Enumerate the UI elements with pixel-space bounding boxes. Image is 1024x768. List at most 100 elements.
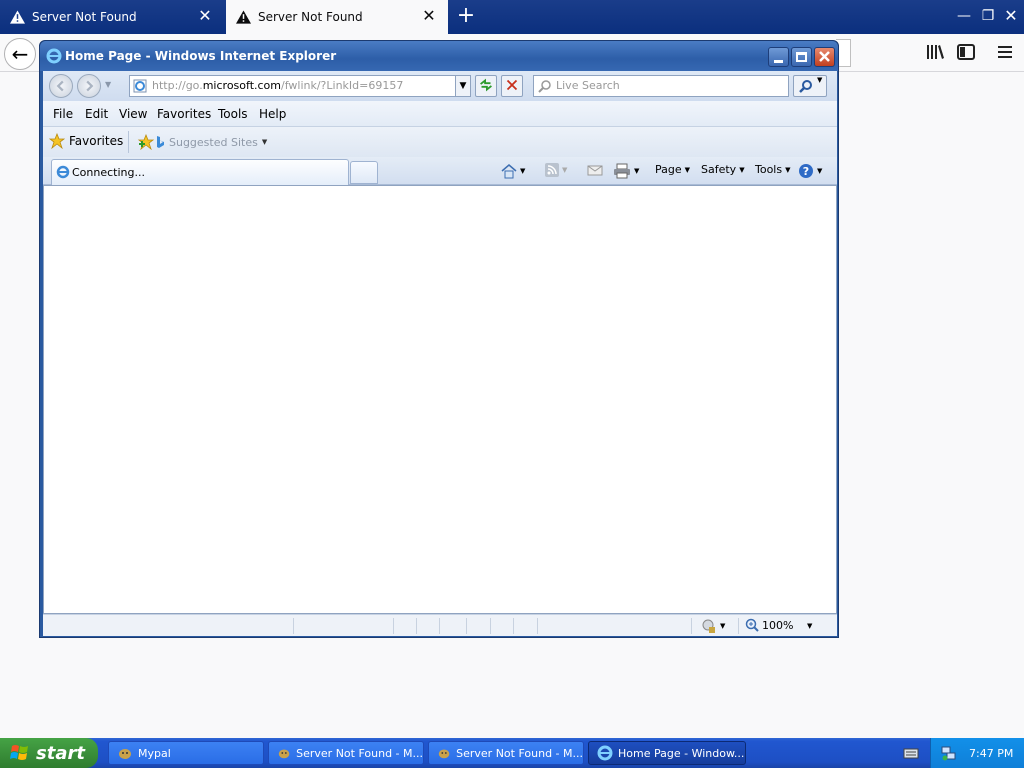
sidebar-icon[interactable] [956,43,976,61]
status-divider [416,618,417,634]
menu-view[interactable]: View [119,107,147,121]
favorites-label: Favorites [69,134,124,148]
home-icon [501,164,517,179]
ie-page-content[interactable] [43,185,837,614]
chevron-down-icon: ▼ [634,167,640,175]
menu-favorites[interactable]: Favorites [157,107,211,121]
ie-address-bar[interactable]: http://go.microsoft.com/fwlink/?LinkId=6… [129,75,471,97]
start-button[interactable]: start [0,738,98,768]
search-button[interactable]: ▼ [793,75,827,97]
page-icon [133,79,147,93]
outer-tab-2[interactable]: Server Not Found ✕ [226,0,448,34]
ie-status-bar: ▼ 100% ▼ [43,614,837,636]
help-icon: ? [799,164,813,178]
ie-maximize-button[interactable] [791,47,812,67]
minimize-icon[interactable]: — [954,6,974,26]
ie-new-tab-button[interactable] [350,161,378,184]
menu-file[interactable]: File [53,107,73,121]
ie-logo-icon [46,48,62,64]
status-divider [466,618,467,634]
protected-mode-button[interactable]: ▼ [701,618,725,634]
library-icon[interactable] [925,43,945,61]
system-tray: 7:47 PM [930,738,1024,768]
menu-tools[interactable]: Tools [218,107,248,121]
windows-logo-icon [10,745,28,760]
ie-title-bar[interactable]: Home Page - Windows Internet Explorer [40,41,838,71]
new-tab-button[interactable]: + [456,5,476,27]
taskbar-item-label: Mypal [138,746,171,760]
zoom-button[interactable]: 100% [745,618,793,632]
taskbar-item-ie-home-page[interactable]: Home Page - Window... [588,741,746,765]
status-divider [490,618,491,634]
ie-tab-row: Connecting... ▼ ▼ ▼ Page ▼ Safety ▼ Tool… [43,157,837,185]
ie-forward-button[interactable] [77,74,101,98]
mypal-icon [119,749,131,759]
chevron-down-icon: ▼ [817,167,823,175]
home-button[interactable]: ▼ [501,163,525,179]
add-favorite-icon[interactable] [137,134,155,150]
print-button[interactable]: ▼ [613,163,639,179]
recent-pages-icon[interactable]: ▼ [105,80,111,89]
suggested-sites-button[interactable]: Suggested Sites ▼ [157,135,267,149]
taskbar-item-label: Server Not Found - M... [296,746,423,760]
ie-body: ▼ http://go.microsoft.com/fwlink/?LinkId… [43,71,837,636]
address-suffix: /fwlink/?LinkId=69157 [281,79,404,92]
zoom-dropdown-icon[interactable]: ▼ [807,622,812,630]
taskbar-item-server-not-found-2[interactable]: Server Not Found - M... [428,741,584,765]
svg-text:?: ? [803,165,809,178]
address-prefix: http://go. [152,79,203,92]
start-label: start [36,742,85,764]
refresh-button[interactable] [475,75,497,97]
chevron-down-icon: ▼ [720,622,726,630]
outer-tab-bar: Server Not Found ✕ Server Not Found ✕ + … [0,0,1024,34]
ie-menu-bar: File Edit View Favorites Tools Help [43,101,837,127]
safety-menu-button[interactable]: Safety ▼ [701,163,745,176]
page-menu-button[interactable]: Page ▼ [655,163,690,176]
search-options-icon[interactable]: ▼ [817,76,822,84]
taskbar-item-mypal[interactable]: Mypal [108,741,264,765]
close-icon[interactable]: ✕ [422,8,436,24]
tools-menu-button[interactable]: Tools ▼ [755,163,791,176]
menu-edit[interactable]: Edit [85,107,108,121]
ie-window: Home Page - Windows Internet Explorer ▼ … [39,40,839,638]
network-icon[interactable] [941,745,957,761]
chevron-down-icon: ▼ [684,165,691,174]
ie-favorites-bar: Favorites Suggested Sites ▼ [43,127,837,157]
feeds-button[interactable]: ▼ [545,163,567,177]
address-domain: microsoft.com [202,79,281,92]
help-menu-button[interactable]: ? ▼ [798,163,822,179]
ie-back-button[interactable] [49,74,73,98]
status-divider [738,618,739,634]
favorites-button[interactable]: Favorites [49,133,123,149]
mypal-icon [438,749,450,759]
back-button[interactable]: ← [4,38,36,70]
outer-tab-1[interactable]: Server Not Found ✕ [0,0,224,34]
close-window-icon[interactable]: ✕ [1001,6,1021,26]
ie-logo-icon [56,165,70,179]
taskbar-item-server-not-found-1[interactable]: Server Not Found - M... [268,741,424,765]
clock[interactable]: 7:47 PM [969,747,1013,760]
suggested-sites-label: Suggested Sites [169,135,258,149]
ie-close-button[interactable] [814,47,835,67]
printer-icon [614,163,630,179]
menu-icon[interactable] [995,43,1015,61]
live-search-input[interactable]: Live Search [533,75,789,97]
zoom-level: 100% [762,618,794,632]
stop-button[interactable] [501,75,523,97]
mail-icon [587,165,603,176]
close-icon[interactable]: ✕ [198,8,212,24]
ie-tab-label: Connecting... [72,166,145,179]
restore-icon[interactable]: ❐ [978,6,998,26]
address-dropdown-icon[interactable]: ▼ [455,75,471,97]
chevron-down-icon: ▼ [785,165,791,174]
star-icon [49,133,65,149]
taskbar-item-label: Server Not Found - M... [456,746,583,760]
menu-help[interactable]: Help [259,107,286,121]
outer-tab-1-label: Server Not Found [32,10,137,24]
search-icon [799,80,812,93]
keyboard-icon[interactable] [903,746,919,760]
read-mail-button[interactable] [587,163,603,177]
ie-tab-connecting[interactable]: Connecting... [51,159,349,185]
ie-minimize-button[interactable] [768,47,789,67]
chevron-down-icon: ▼ [520,167,526,175]
